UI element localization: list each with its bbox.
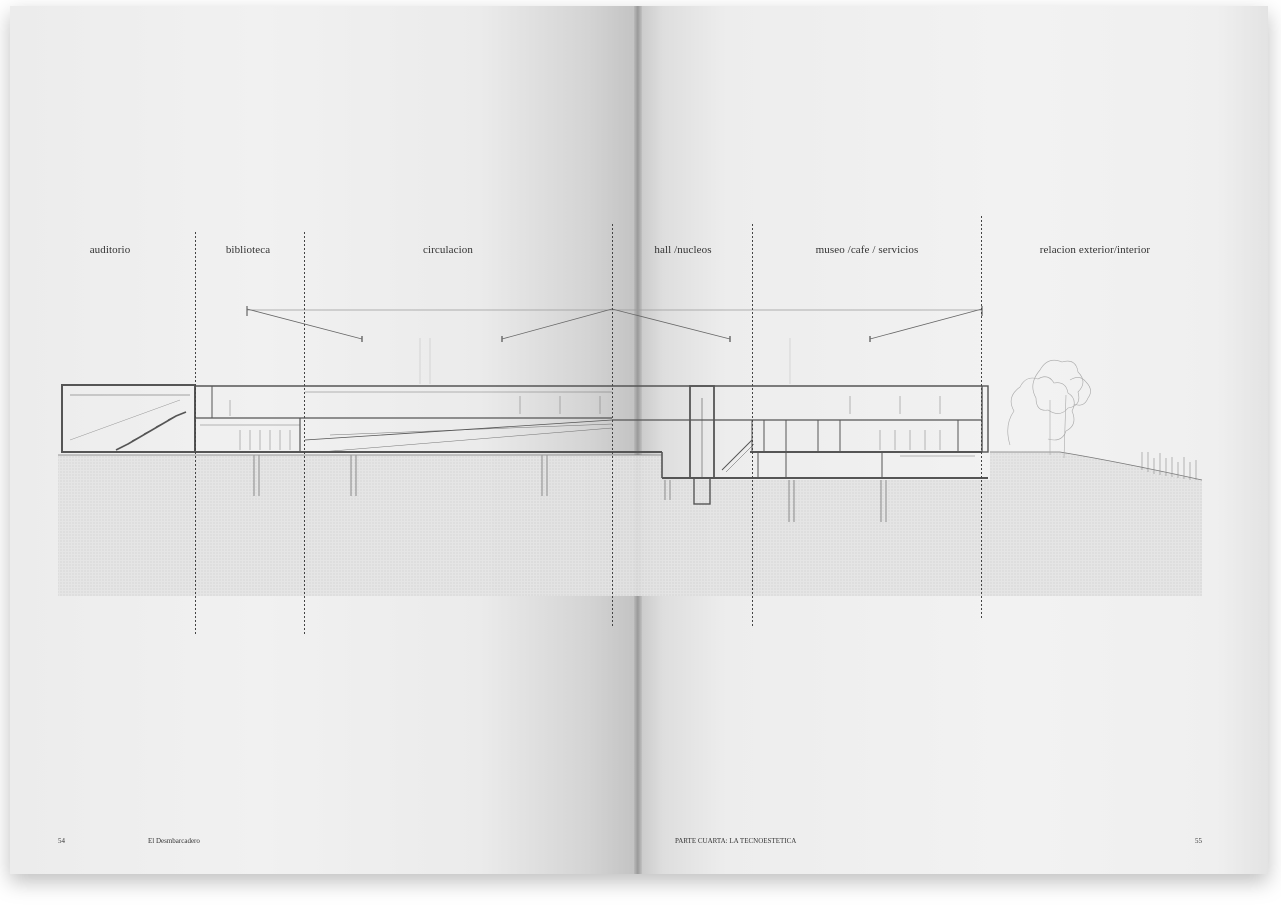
right-running-title: PARTE CUARTA: LA TECNOESTETICA	[675, 837, 797, 845]
zone-label-relacion: relacion exterior/interior	[1039, 244, 1151, 256]
zone-label-biblioteca: biblioteca	[225, 244, 271, 256]
zone-label-museo: museo /cafe / servicios	[815, 244, 919, 256]
zone-label-hall: hall /nucleos	[654, 244, 712, 256]
architectural-section-drawing	[58, 216, 1203, 636]
right-page-number: 55	[1195, 837, 1202, 845]
zone-label-auditorio: auditorio	[89, 244, 131, 256]
roof-structure	[246, 306, 983, 384]
ground-fill	[58, 451, 1203, 596]
left-running-title: El Desmbarcadero	[148, 837, 200, 845]
left-page-number: 54	[58, 837, 65, 845]
zone-label-circulacion: circulacion	[423, 244, 473, 256]
